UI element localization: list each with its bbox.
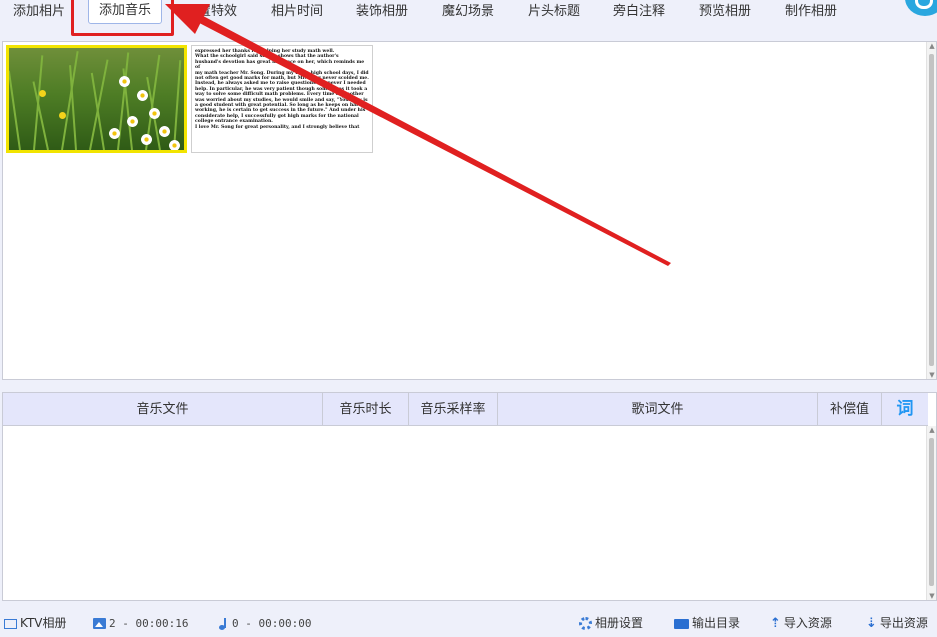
scroll-up-icon[interactable]: ▲ xyxy=(928,42,936,50)
status-bar: KTV相册 2 - 00:00:16 0 - 00:00:00 相册设置 输出目… xyxy=(0,610,937,636)
scrollbar-thumb[interactable] xyxy=(929,54,934,366)
music-count-stat: 0 - 00:00:00 xyxy=(218,610,311,636)
album-settings-button[interactable]: 相册设置 xyxy=(579,610,643,636)
music-list-panel: 音乐文件 音乐时长 音乐采样率 歌词文件 补偿值 词 ▲ ▼ xyxy=(2,392,937,601)
music-table-header: 音乐文件 音乐时长 音乐采样率 歌词文件 补偿值 词 xyxy=(3,393,928,426)
scroll-down-icon[interactable]: ▼ xyxy=(928,371,936,379)
tab-make-album[interactable]: 制作相册 xyxy=(785,0,837,24)
photo-panel-scrollbar[interactable]: ▲ ▼ xyxy=(926,42,936,379)
export-resources-button[interactable]: ⇣ 导出资源 xyxy=(866,610,928,636)
app-logo-icon xyxy=(905,0,937,16)
col-music-file[interactable]: 音乐文件 xyxy=(3,393,323,426)
ktv-album-toggle[interactable]: KTV相册 xyxy=(4,610,66,636)
tab-set-effects[interactable]: 设置特效 xyxy=(185,0,237,24)
tab-add-photos[interactable]: 添加相片 xyxy=(13,0,65,24)
ktv-label: KTV相册 xyxy=(20,616,67,630)
col-offset[interactable]: 补偿值 xyxy=(818,393,882,426)
tab-narration[interactable]: 旁白注释 xyxy=(613,0,665,24)
photo-icon xyxy=(93,618,106,629)
tab-photo-time[interactable]: 相片时间 xyxy=(271,0,323,24)
music-note-icon xyxy=(218,617,229,630)
col-lyrics-file[interactable]: 歌词文件 xyxy=(498,393,818,426)
tab-magic-scene[interactable]: 魔幻场景 xyxy=(442,0,494,24)
gear-icon xyxy=(579,617,592,630)
music-count-text: 0 - 00:00:00 xyxy=(232,617,312,630)
scroll-down-icon[interactable]: ▼ xyxy=(928,592,936,600)
ktv-checkbox-icon[interactable] xyxy=(4,618,17,629)
doc-line: husband's devotion has great influence o… xyxy=(195,59,365,71)
photo-thumbnail-document[interactable]: expressed her thanks for helping her stu… xyxy=(191,45,373,153)
music-panel-scrollbar[interactable]: ▲ ▼ xyxy=(926,426,936,600)
tab-preview-album[interactable]: 预览相册 xyxy=(699,0,751,24)
upload-icon: ⇡ xyxy=(770,615,781,631)
col-sample-rate[interactable]: 音乐采样率 xyxy=(409,393,498,426)
folder-icon xyxy=(674,618,689,629)
photo-thumbnail-flowers[interactable] xyxy=(6,45,187,153)
doc-line: way to solve some difficult math problem… xyxy=(195,92,364,98)
col-music-duration[interactable]: 音乐时长 xyxy=(323,393,409,426)
lyrics-icon[interactable]: 词 xyxy=(882,393,928,426)
doc-line: I love Mr. Song for great personality, a… xyxy=(195,124,360,130)
tab-title-intro[interactable]: 片头标题 xyxy=(528,0,580,24)
scroll-up-icon[interactable]: ▲ xyxy=(928,426,936,434)
import-resources-button[interactable]: ⇡ 导入资源 xyxy=(770,610,832,636)
tab-decorate-album[interactable]: 装饰相册 xyxy=(356,0,408,24)
photo-list-panel: expressed her thanks for helping her stu… xyxy=(2,41,937,380)
photo-count-stat: 2 - 00:00:16 xyxy=(93,610,188,636)
download-icon: ⇣ xyxy=(866,615,877,631)
photo-count-text: 2 - 00:00:16 xyxy=(109,617,189,630)
scrollbar-thumb[interactable] xyxy=(929,438,934,586)
output-dir-button[interactable]: 输出目录 xyxy=(674,610,740,636)
annotation-highlight-box xyxy=(71,0,174,36)
